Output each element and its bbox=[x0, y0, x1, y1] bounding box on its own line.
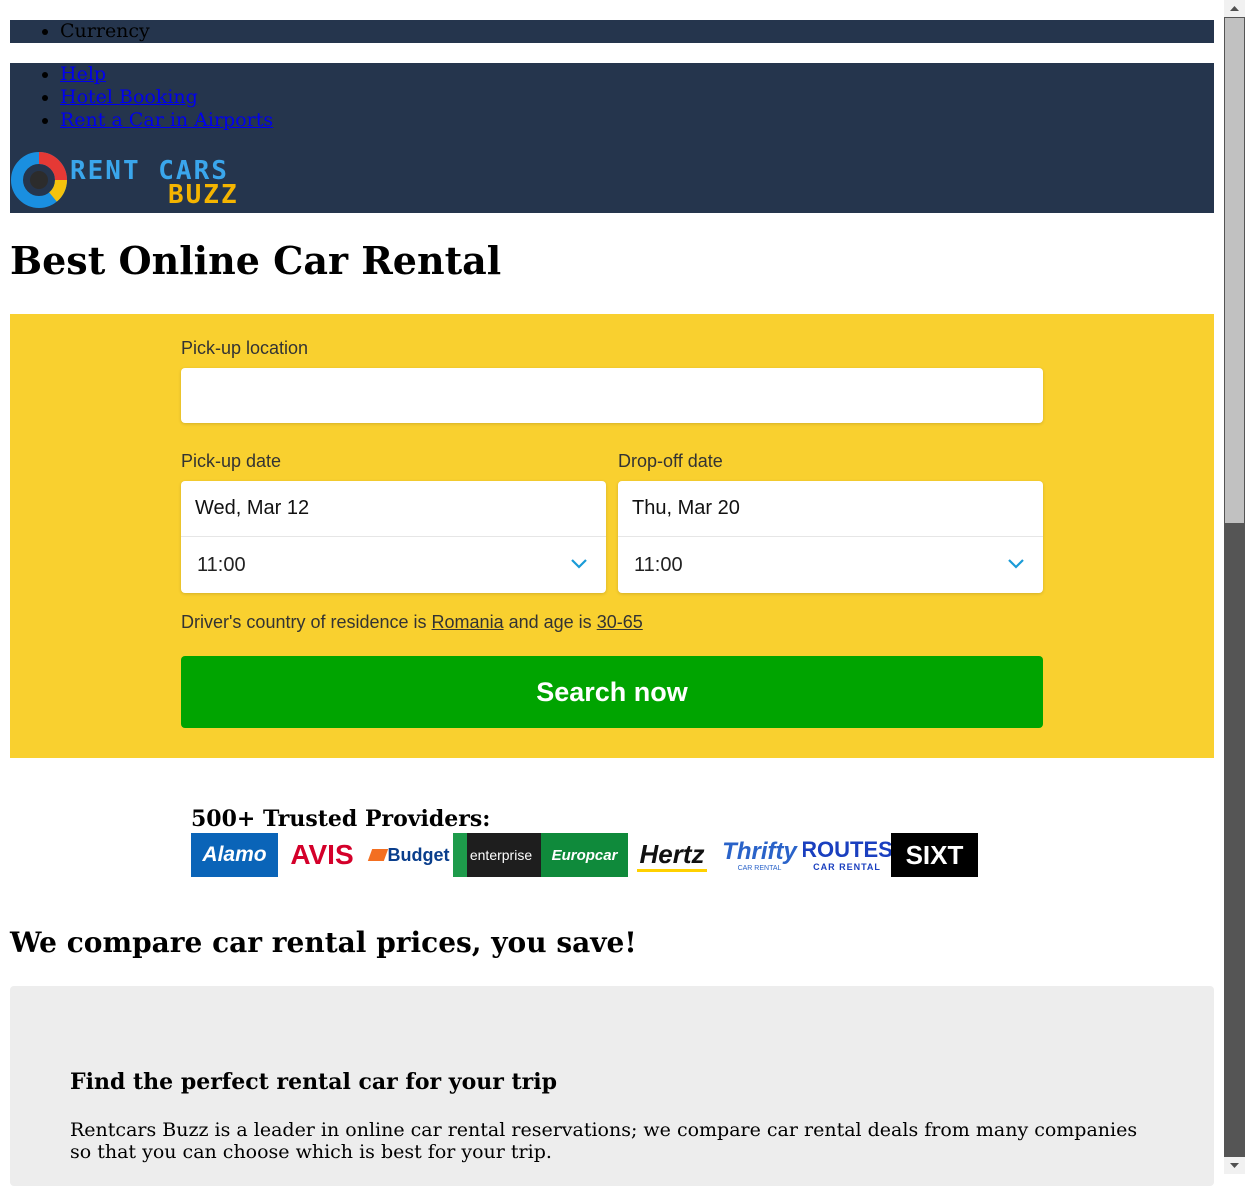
dropoff-time-select[interactable]: 11:00 bbox=[634, 554, 683, 577]
pickup-date-card: Wed, Mar 12 11:00 bbox=[181, 481, 606, 593]
pickup-date-field[interactable]: Wed, Mar 12 bbox=[195, 497, 309, 520]
routes-logo: ROUTES CAR RENTAL bbox=[803, 833, 891, 877]
europcar-logo: Europcar bbox=[541, 833, 628, 877]
pickup-time-select[interactable]: 11:00 bbox=[197, 554, 246, 577]
info-heading: Find the perfect rental car for your tri… bbox=[70, 1069, 557, 1095]
chevron-down-icon[interactable] bbox=[1007, 554, 1025, 572]
enterprise-logo: enterprise bbox=[453, 833, 541, 877]
site-logo[interactable]: RENT CARS BUZZ bbox=[10, 151, 250, 210]
hotel-booking-link[interactable]: Hotel Booking bbox=[60, 86, 198, 108]
svg-text:BUZZ: BUZZ bbox=[168, 180, 239, 209]
pickup-location-label: Pick-up location bbox=[181, 338, 309, 358]
page-title: Best Online Car Rental bbox=[10, 238, 502, 283]
search-now-button[interactable]: Search now bbox=[181, 656, 1043, 728]
dropoff-date-field[interactable]: Thu, Mar 20 bbox=[632, 497, 740, 520]
info-body: Rentcars Buzz is a leader in online car … bbox=[70, 1119, 1138, 1163]
budget-mark-icon bbox=[367, 849, 388, 861]
hertz-bar-icon bbox=[637, 868, 707, 872]
budget-logo: Budget bbox=[366, 833, 453, 877]
divider bbox=[618, 536, 1043, 537]
info-panel: Find the perfect rental car for your tri… bbox=[10, 986, 1214, 1186]
hertz-logo: Hertz bbox=[628, 833, 716, 877]
dropoff-date-card: Thu, Mar 20 11:00 bbox=[618, 481, 1043, 593]
scrollbar-thumb[interactable] bbox=[1225, 18, 1244, 523]
vertical-scrollbar[interactable] bbox=[1224, 0, 1245, 1174]
providers-title: 500+ Trusted Providers: bbox=[191, 806, 491, 832]
rent-car-airports-link[interactable]: Rent a Car in Airports bbox=[60, 109, 273, 131]
driver-country-link[interactable]: Romania bbox=[432, 612, 504, 632]
top-links-bar: Help Hotel Booking Rent a Car in Airport… bbox=[10, 63, 1214, 213]
thrifty-logo: Thrifty CAR RENTAL bbox=[716, 833, 803, 877]
compare-heading: We compare car rental prices, you save! bbox=[10, 926, 637, 959]
dropoff-date-label: Drop-off date bbox=[618, 451, 723, 471]
currency-menu[interactable]: Currency bbox=[60, 20, 1214, 43]
divider bbox=[181, 536, 606, 537]
chevron-down-icon[interactable] bbox=[570, 554, 588, 572]
scroll-up-arrow-icon[interactable] bbox=[1224, 0, 1245, 17]
pickup-location-input[interactable] bbox=[181, 368, 1043, 423]
providers-logos: Alamo AVIS Budget enterprise Europcar He… bbox=[191, 833, 978, 877]
currency-bar: Currency bbox=[10, 20, 1214, 43]
sixt-logo: SIXT bbox=[891, 833, 978, 877]
driver-age-link[interactable]: 30-65 bbox=[597, 612, 643, 632]
scroll-down-arrow-icon[interactable] bbox=[1224, 1157, 1245, 1174]
help-link[interactable]: Help bbox=[60, 63, 106, 85]
enterprise-stripe-icon bbox=[453, 833, 467, 877]
avis-logo: AVIS bbox=[278, 833, 366, 877]
logo-mark-icon: RENT CARS BUZZ bbox=[11, 152, 239, 210]
driver-info: Driver's country of residence is Romania… bbox=[181, 612, 643, 632]
alamo-logo: Alamo bbox=[191, 833, 278, 877]
pickup-date-label: Pick-up date bbox=[181, 451, 282, 471]
search-panel: Pick-up location Pick-up date Wed, Mar 1… bbox=[10, 314, 1214, 758]
